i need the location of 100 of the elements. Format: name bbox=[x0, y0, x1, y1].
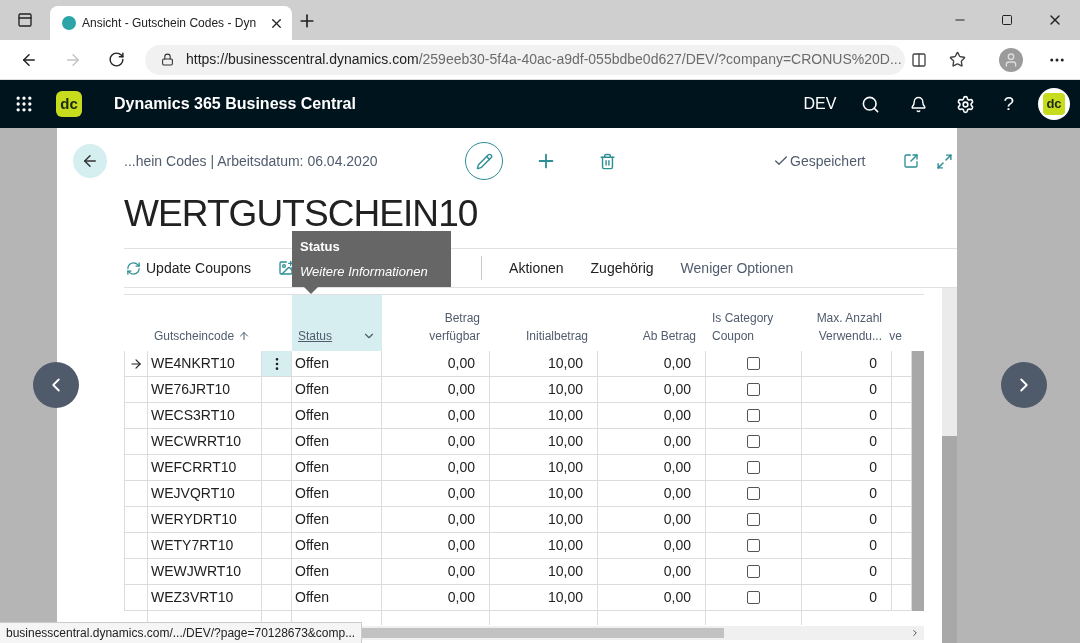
table-cell: 0,00 bbox=[382, 351, 490, 377]
checkbox[interactable] bbox=[747, 591, 760, 604]
url-text: https://businesscentral.dynamics.com/259eeb30-5f4a-40ac-a9df-055bdbe0d627/DEV/?company=CRONUS%20D... bbox=[186, 50, 902, 69]
column-header[interactable]: Betrag verfügbar bbox=[382, 295, 490, 351]
table-cell: Offen bbox=[292, 481, 382, 507]
previous-button[interactable] bbox=[33, 362, 79, 408]
table-cell: 0,00 bbox=[382, 403, 490, 429]
table-cell: 0 bbox=[802, 533, 892, 559]
favorite-icon[interactable] bbox=[949, 51, 966, 68]
checkbox[interactable] bbox=[747, 565, 760, 578]
browser-tab[interactable]: Ansicht - Gutschein Codes - Dyn bbox=[50, 6, 292, 40]
checkbox[interactable] bbox=[747, 461, 760, 474]
table-scrollbar[interactable] bbox=[912, 351, 924, 611]
search-icon[interactable] bbox=[861, 94, 881, 114]
tooltip-text: Weitere Informationen bbox=[300, 262, 429, 281]
table-cell: Offen bbox=[292, 403, 382, 429]
page-title: WERTGUTSCHEIN10 bbox=[124, 194, 478, 234]
checkbox[interactable] bbox=[747, 513, 760, 526]
table-cell: 0 bbox=[802, 507, 892, 533]
table-cell: 0,00 bbox=[382, 377, 490, 403]
column-header[interactable]: Gutscheincode bbox=[148, 295, 262, 351]
table-cell: Offen bbox=[292, 351, 382, 377]
table-cell: WEZ3VRT10 bbox=[148, 585, 262, 611]
table-row[interactable]: WERYDRT10 Offen 0,00 10,00 0,00 0 bbox=[124, 507, 912, 533]
table-row[interactable]: WEJVQRT10 Offen 0,00 10,00 0,00 0 bbox=[124, 481, 912, 507]
help-button[interactable]: ? bbox=[1003, 89, 1014, 119]
table-cell: WEJVQRT10 bbox=[148, 481, 262, 507]
maximize-icon[interactable] bbox=[1001, 14, 1013, 26]
table-cell: 0,00 bbox=[598, 507, 706, 533]
table-cell: WEWJWRT10 bbox=[148, 559, 262, 585]
bell-icon[interactable] bbox=[910, 95, 928, 113]
column-header[interactable]: Initialbetrag bbox=[490, 295, 598, 351]
page-scrollbar[interactable] bbox=[942, 288, 957, 643]
table-cell: 0,00 bbox=[382, 559, 490, 585]
table-cell: 10,00 bbox=[490, 403, 598, 429]
table-row[interactable]: WECWRRT10 Offen 0,00 10,00 0,00 0 bbox=[124, 429, 912, 455]
table-cell: 0,00 bbox=[382, 533, 490, 559]
table-cell: 0 bbox=[802, 481, 892, 507]
table-cell: 10,00 bbox=[490, 507, 598, 533]
current-row-arrow-icon bbox=[129, 356, 143, 371]
add-image-icon[interactable] bbox=[278, 260, 295, 276]
open-new-window-icon[interactable] bbox=[903, 153, 920, 169]
checkbox[interactable] bbox=[747, 487, 760, 500]
column-header[interactable]: Is Category Coupon bbox=[706, 295, 802, 351]
environment-label: DEV bbox=[803, 94, 837, 114]
action-menu[interactable]: Aktionen bbox=[509, 257, 564, 279]
split-screen-icon[interactable] bbox=[911, 51, 927, 68]
tab-actions-icon[interactable] bbox=[17, 12, 33, 28]
tooltip-title: Status bbox=[300, 238, 341, 256]
next-button[interactable] bbox=[1001, 362, 1047, 408]
table-cell: 0,00 bbox=[382, 429, 490, 455]
table-cell: 0,00 bbox=[598, 559, 706, 585]
column-header[interactable]: Status bbox=[292, 295, 382, 351]
table-cell: 0 bbox=[802, 429, 892, 455]
checkbox[interactable] bbox=[747, 409, 760, 422]
table-cell: WE76JRT10 bbox=[148, 377, 262, 403]
table-cell: Offen bbox=[292, 455, 382, 481]
table-cell: 10,00 bbox=[490, 377, 598, 403]
settings-icon[interactable] bbox=[956, 94, 976, 114]
profile-avatar[interactable] bbox=[999, 47, 1023, 72]
table-cell: 0,00 bbox=[382, 585, 490, 611]
action-menu[interactable]: Zugehörig bbox=[590, 257, 654, 279]
table-cell: 0 bbox=[802, 377, 892, 403]
table-cell: WECWRRT10 bbox=[148, 429, 262, 455]
app-launcher-icon[interactable] bbox=[14, 94, 34, 114]
update-coupons-button[interactable]: Update Coupons bbox=[126, 257, 252, 279]
table-cell: 10,00 bbox=[490, 559, 598, 585]
checkbox[interactable] bbox=[747, 435, 760, 448]
table-cell: Offen bbox=[292, 507, 382, 533]
column-header[interactable]: Ab Betrag bbox=[598, 295, 706, 351]
show-less-button[interactable]: Weniger Optionen bbox=[680, 257, 794, 279]
table-row[interactable]: WEWJWRT10 Offen 0,00 10,00 0,00 0 bbox=[124, 559, 912, 585]
scroll-right-icon[interactable] bbox=[910, 628, 920, 638]
table-cell: 0,00 bbox=[598, 533, 706, 559]
table-cell: WERYDRT10 bbox=[148, 507, 262, 533]
logo: dc bbox=[56, 91, 82, 117]
reload-icon[interactable] bbox=[108, 51, 125, 68]
table-cell: 0,00 bbox=[598, 585, 706, 611]
table-cell: 0,00 bbox=[382, 455, 490, 481]
table-cell: 0,00 bbox=[598, 377, 706, 403]
delete-icon[interactable] bbox=[599, 152, 616, 170]
checkbox[interactable] bbox=[747, 539, 760, 552]
expand-icon[interactable] bbox=[936, 152, 954, 170]
checkbox[interactable] bbox=[747, 357, 760, 370]
lock-icon bbox=[161, 53, 174, 66]
link-status-tooltip: businesscentral.dynamics.com/.../DEV/?page=70128673&comp... bbox=[0, 622, 363, 643]
table-row[interactable]: WEFCRRT10 Offen 0,00 10,00 0,00 0 bbox=[124, 455, 912, 481]
table-row[interactable]: WEZ3VRT10 Offen 0,00 10,00 0,00 0 bbox=[124, 585, 912, 611]
table-row[interactable]: WE76JRT10 Offen 0,00 10,00 0,00 0 bbox=[124, 377, 912, 403]
checkbox[interactable] bbox=[747, 383, 760, 396]
table-cell: 10,00 bbox=[490, 429, 598, 455]
table-row[interactable]: WETY7RT10 Offen 0,00 10,00 0,00 0 bbox=[124, 533, 912, 559]
pencil-icon bbox=[475, 152, 493, 170]
user-avatar[interactable]: dc bbox=[1038, 88, 1070, 120]
table-row[interactable]: WECS3RT10 Offen 0,00 10,00 0,00 0 bbox=[124, 403, 912, 429]
address-field[interactable]: https://businesscentral.dynamics.com/259eeb30-5f4a-40ac-a9df-055bdbe0d627/DEV/?company=CRONUS%20D... bbox=[145, 44, 905, 75]
table-row[interactable]: WE4NKRT10 Offen 0,00 10,00 0,00 0 bbox=[124, 351, 912, 377]
app-title: Dynamics 365 Business Central bbox=[114, 94, 356, 114]
back-button[interactable] bbox=[73, 144, 107, 178]
table-cell: 0,00 bbox=[382, 481, 490, 507]
